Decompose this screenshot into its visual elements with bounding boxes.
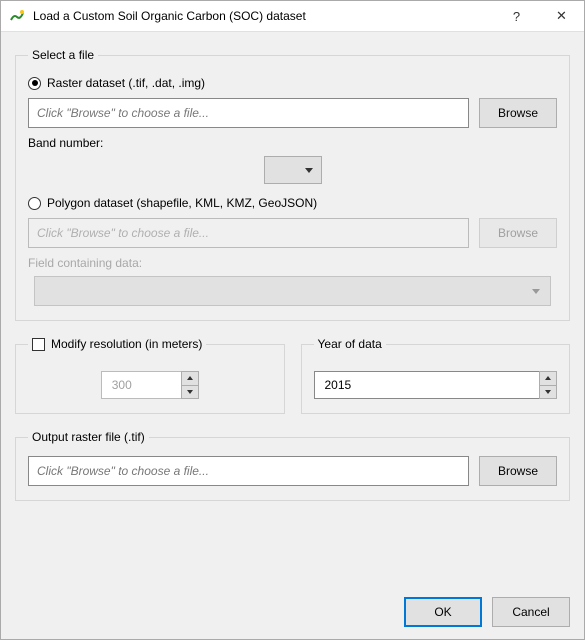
resolution-group: Modify resolution (in meters) 300: [15, 337, 285, 414]
resolution-value: 300: [101, 371, 181, 399]
select-file-group: Select a file Raster dataset (.tif, .dat…: [15, 48, 570, 321]
field-containing-data-label: Field containing data:: [28, 256, 557, 270]
chevron-down-icon: [187, 390, 193, 394]
window-buttons: ? ✕: [494, 1, 584, 31]
resolution-checkbox[interactable]: [32, 338, 45, 351]
band-number-dropdown[interactable]: [264, 156, 322, 184]
app-icon: [9, 8, 25, 24]
output-browse-button[interactable]: Browse: [479, 456, 557, 486]
year-value[interactable]: 2015: [314, 371, 540, 399]
year-spinner[interactable]: 2015: [314, 371, 558, 399]
polygon-radio-label: Polygon dataset (shapefile, KML, KMZ, Ge…: [47, 196, 317, 210]
band-number-label: Band number:: [28, 136, 557, 150]
chevron-up-icon: [545, 376, 551, 380]
raster-radio-row[interactable]: Raster dataset (.tif, .dat, .img): [28, 76, 557, 90]
dialog-content: Select a file Raster dataset (.tif, .dat…: [1, 32, 584, 593]
dialog-window: Load a Custom Soil Organic Carbon (SOC) …: [0, 0, 585, 640]
dialog-footer: OK Cancel: [1, 593, 584, 639]
close-button[interactable]: ✕: [539, 1, 584, 31]
resolution-year-row: Modify resolution (in meters) 300 Year o…: [15, 331, 570, 424]
resolution-down: [181, 386, 199, 400]
chevron-up-icon: [187, 376, 193, 380]
raster-browse-button[interactable]: Browse: [479, 98, 557, 128]
output-file-placeholder: Click "Browse" to choose a file...: [37, 464, 209, 478]
chevron-down-icon: [545, 390, 551, 394]
year-up[interactable]: [539, 371, 557, 386]
year-group: Year of data 2015: [301, 337, 571, 414]
chevron-down-icon: [532, 289, 540, 294]
resolution-checkbox-label: Modify resolution (in meters): [51, 337, 202, 351]
output-file-input[interactable]: Click "Browse" to choose a file...: [28, 456, 469, 486]
raster-file-placeholder: Click "Browse" to choose a file...: [37, 106, 209, 120]
ok-button[interactable]: OK: [404, 597, 482, 627]
year-down[interactable]: [539, 386, 557, 400]
chevron-down-icon: [305, 168, 313, 173]
polygon-radio[interactable]: [28, 197, 41, 210]
cancel-button[interactable]: Cancel: [492, 597, 570, 627]
raster-radio-label: Raster dataset (.tif, .dat, .img): [47, 76, 205, 90]
field-containing-data-combo: [34, 276, 551, 306]
output-group: Output raster file (.tif) Click "Browse"…: [15, 430, 570, 501]
polygon-file-placeholder: Click "Browse" to choose a file...: [37, 226, 209, 240]
titlebar: Load a Custom Soil Organic Carbon (SOC) …: [1, 1, 584, 32]
help-button[interactable]: ?: [494, 1, 539, 31]
polygon-radio-row[interactable]: Polygon dataset (shapefile, KML, KMZ, Ge…: [28, 196, 557, 210]
raster-file-input[interactable]: Click "Browse" to choose a file...: [28, 98, 469, 128]
polygon-browse-button: Browse: [479, 218, 557, 248]
raster-radio[interactable]: [28, 77, 41, 90]
year-legend: Year of data: [314, 337, 386, 351]
output-legend: Output raster file (.tif): [28, 430, 149, 444]
resolution-legend: Modify resolution (in meters): [28, 337, 206, 351]
select-file-legend: Select a file: [28, 48, 98, 62]
window-title: Load a Custom Soil Organic Carbon (SOC) …: [33, 9, 494, 23]
resolution-up: [181, 371, 199, 386]
polygon-file-input: Click "Browse" to choose a file...: [28, 218, 469, 248]
resolution-spinner: 300: [101, 371, 199, 399]
